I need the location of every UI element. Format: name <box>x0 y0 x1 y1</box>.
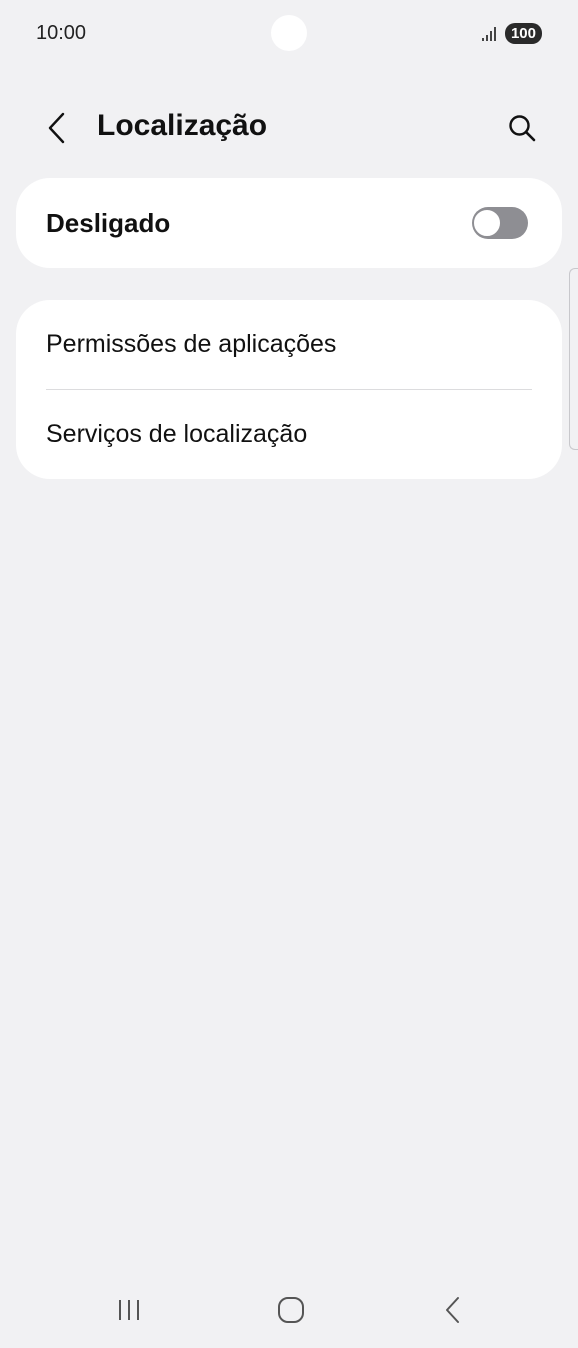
navigation-bar <box>0 1278 578 1348</box>
list-item-label: Permissões de aplicações <box>46 330 337 358</box>
list-item-label: Serviços de localização <box>46 420 308 448</box>
search-icon <box>509 115 536 142</box>
switch-knob <box>474 210 500 236</box>
list-item-location-services[interactable]: Serviços de localização <box>16 390 562 479</box>
scroll-indicator <box>569 268 578 450</box>
search-button[interactable] <box>500 106 544 150</box>
back-button[interactable] <box>36 106 76 150</box>
chevron-left-icon <box>48 112 65 144</box>
camera-cutout <box>271 15 307 51</box>
home-button[interactable] <box>266 1290 316 1330</box>
battery-icon: 100 <box>504 23 542 44</box>
status-indicators: 100 <box>481 23 542 44</box>
list-item-app-permissions[interactable]: Permissões de aplicações <box>16 300 562 389</box>
location-toggle-label: Desligado <box>46 208 171 238</box>
page-title: Localização <box>97 109 268 142</box>
status-bar: 10:00 100 <box>0 0 578 68</box>
back-icon <box>446 1297 459 1323</box>
location-toggle-card[interactable]: Desligado <box>16 178 562 268</box>
home-icon <box>278 1297 304 1323</box>
recents-button[interactable] <box>104 1290 154 1330</box>
status-time: 10:00 <box>36 22 87 44</box>
screen: 10:00 100 Localização Desligado Permissõ… <box>0 0 578 1348</box>
app-bar: Localização <box>0 100 578 156</box>
nav-back-button[interactable] <box>428 1290 478 1330</box>
recents-icon <box>119 1300 139 1320</box>
location-switch[interactable] <box>472 207 528 239</box>
settings-list-card: Permissões de aplicações Serviços de loc… <box>16 300 562 479</box>
signal-icon <box>481 26 496 41</box>
